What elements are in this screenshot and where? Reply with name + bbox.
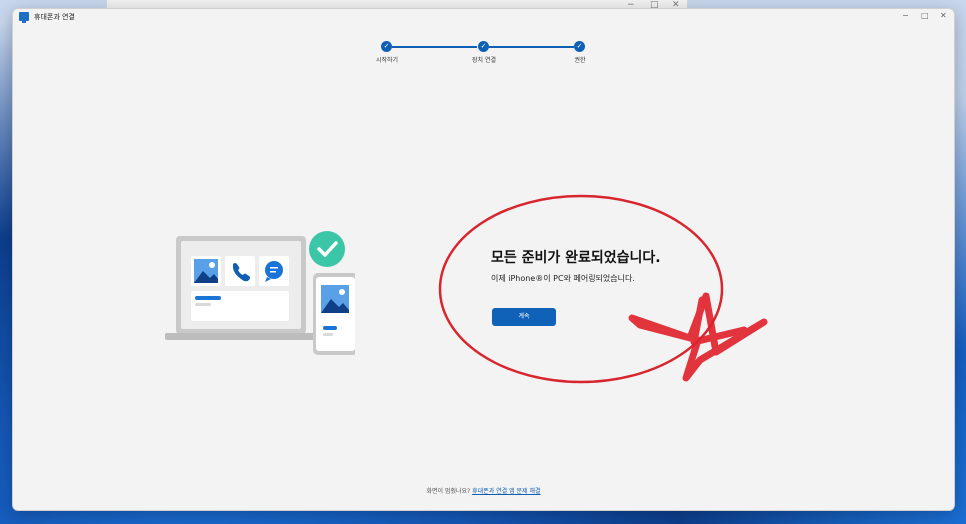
image-icon (321, 285, 349, 313)
step-label-permissions: 권한 (574, 57, 586, 64)
footer-help: 화면이 멈췄나요? 휴대폰과 연결 앱 문제 해결 (13, 486, 954, 495)
close-button[interactable]: ✕ (940, 11, 947, 20)
completion-title: 모든 준비가 완료되었습니다. (491, 250, 661, 266)
phone-link-window: 휴대폰과 연결 − □ ✕ ✓ ✓ ✓ 시작하기 장치 연결 권한 모든 준비가… (12, 8, 955, 511)
maximize-button[interactable]: □ (921, 11, 929, 20)
step-label-start: 시작하기 (375, 57, 399, 64)
window-title: 휴대폰과 연결 (34, 13, 75, 21)
phone-call-icon (225, 256, 255, 286)
check-icon: ✓ (381, 41, 392, 52)
check-icon: ✓ (574, 41, 585, 52)
step-connector (392, 46, 477, 48)
completion-subtitle: 이제 iPhone®이 PC와 페어링되었습니다. (491, 274, 635, 283)
phone-link-app-icon (19, 12, 29, 23)
check-icon: ✓ (478, 41, 489, 52)
pc-phone-illustration (165, 231, 355, 355)
step-label-connect: 장치 연결 (472, 57, 496, 64)
progress-stepper: ✓ ✓ ✓ 시작하기 장치 연결 권한 (13, 37, 954, 77)
title-bar: 휴대폰과 연결 − □ ✕ (13, 9, 954, 27)
step-connector (489, 46, 574, 48)
continue-button[interactable]: 계속 (492, 308, 556, 326)
troubleshoot-link[interactable]: 휴대폰과 연결 앱 문제 해결 (472, 488, 540, 495)
checkmark-badge-icon (309, 231, 345, 267)
chat-icon (259, 256, 289, 286)
footer-prompt: 화면이 멈췄나요? (426, 488, 471, 495)
minimize-button[interactable]: − (902, 11, 909, 20)
image-icon (191, 256, 221, 286)
